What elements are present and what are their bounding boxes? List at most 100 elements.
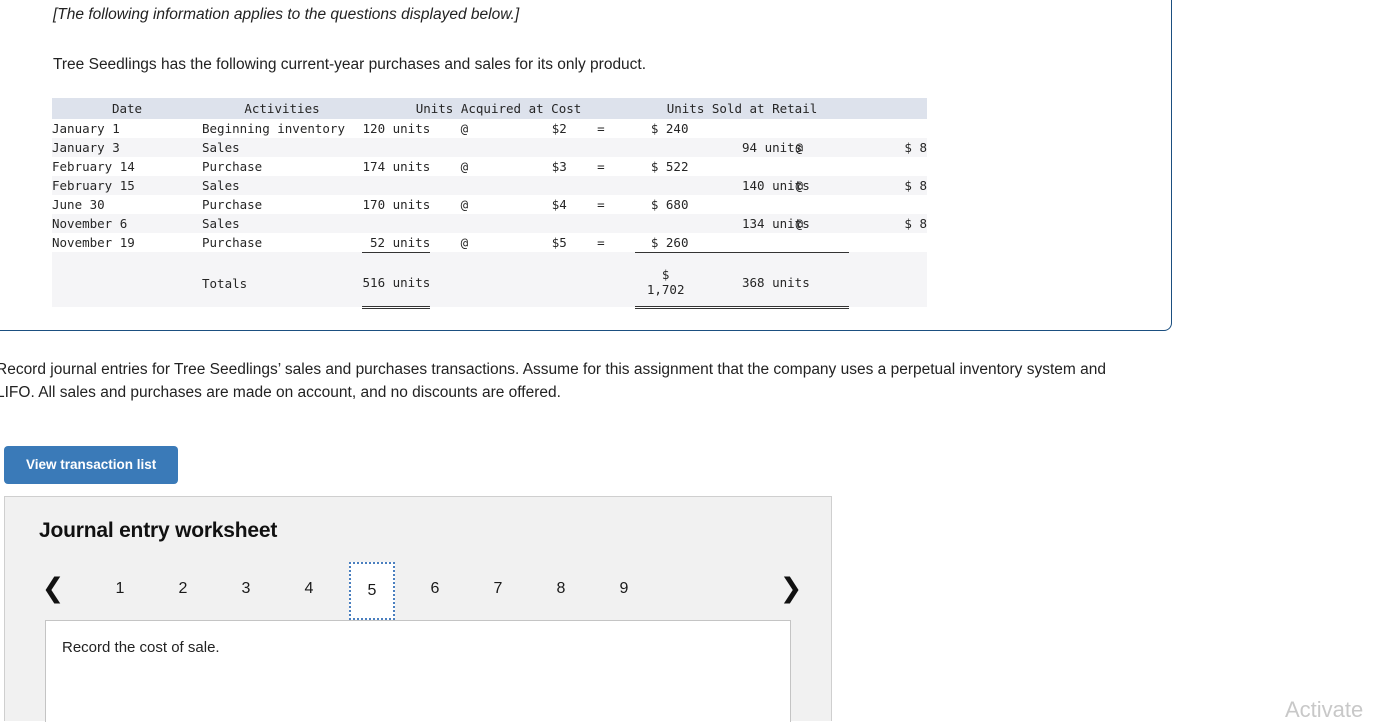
column-header-activities: Activities (202, 98, 362, 119)
cell-unit-cost: $3 (499, 157, 567, 176)
cell-sold-at-symbol (796, 119, 850, 138)
cell-equals-symbol (567, 214, 635, 233)
cell-date: February 14 (52, 157, 202, 176)
cell-sold-price (849, 157, 927, 176)
totals-cell-empty-at (430, 259, 498, 307)
worksheet-tab-7[interactable]: 7 (475, 564, 521, 614)
cell-activity: Sales (202, 138, 362, 157)
applies-note: [The following information applies to th… (53, 1, 1153, 25)
cell-gap (689, 195, 743, 214)
cell-activity: Sales (202, 214, 362, 233)
cell-date: January 1 (52, 119, 202, 138)
cell-equals-symbol: = (567, 119, 635, 138)
cell-gap (689, 119, 743, 138)
cell-date: January 3 (52, 138, 202, 157)
totals-sold-units: 368 units (742, 259, 796, 307)
purchases-sales-table: Date Activities Units Acquired at Cost U… (52, 98, 927, 309)
cell-gap (689, 214, 743, 233)
table-body: January 1Beginning inventory120 units@$2… (52, 119, 927, 307)
worksheet-tab-strip: ❮ ❯ 123456789 (5, 561, 833, 617)
cell-sold-units (742, 119, 796, 138)
cell-sold-at-symbol (796, 157, 850, 176)
table-row: June 30Purchase170 units@$4=$ 680 (52, 195, 927, 214)
worksheet-title: Journal entry worksheet (39, 519, 277, 543)
cell-at-symbol: @ (430, 195, 498, 214)
totals-cost-amount: $1,702 (635, 259, 689, 307)
worksheet-tab-6[interactable]: 6 (412, 564, 458, 614)
worksheet-tab-8[interactable]: 8 (538, 564, 584, 614)
totals-cell-empty-price (499, 259, 567, 307)
cell-equals-symbol (567, 176, 635, 195)
column-header-units-acquired-at-cost: Units Acquired at Cost (362, 98, 635, 119)
table-header-row: Date Activities Units Acquired at Cost U… (52, 98, 927, 119)
cell-date: November 19 (52, 233, 202, 252)
view-transaction-list-button[interactable]: View transaction list (4, 446, 178, 484)
journal-entry-worksheet-panel: Journal entry worksheet ❮ ❯ 123456789 Re… (4, 496, 832, 721)
cell-equals-symbol: = (567, 195, 635, 214)
cell-equals-symbol (567, 138, 635, 157)
cell-sold-units (742, 157, 796, 176)
worksheet-tab-3[interactable]: 3 (223, 564, 269, 614)
worksheet-tab-2[interactable]: 2 (160, 564, 206, 614)
chevron-left-icon[interactable]: ❮ (37, 571, 69, 607)
totals-cell-empty-eq (567, 259, 635, 307)
totals-label: Totals (202, 259, 362, 307)
cell-activity: Purchase (202, 195, 362, 214)
column-header-date: Date (52, 98, 202, 119)
cell-at-symbol: @ (430, 233, 498, 252)
table-spacer-cell (52, 252, 927, 259)
cell-sold-units: 94 units (742, 138, 796, 157)
cell-gap (689, 157, 743, 176)
cell-unit-cost (499, 214, 567, 233)
cell-gap (689, 233, 743, 252)
cell-sold-units (742, 233, 796, 252)
cell-sold-units (742, 195, 796, 214)
worksheet-tab-1[interactable]: 1 (97, 564, 143, 614)
tab-content-box: Record the cost of sale. (45, 620, 791, 722)
cell-at-symbol (430, 138, 498, 157)
cell-unit-cost: $5 (499, 233, 567, 252)
chevron-right-icon[interactable]: ❯ (775, 571, 807, 607)
cell-gap (689, 138, 743, 157)
cell-sold-price (849, 195, 927, 214)
cell-activity: Beginning inventory (202, 119, 362, 138)
table-header: Date Activities Units Acquired at Cost U… (52, 98, 927, 119)
cell-total-cost: $ 240 (635, 119, 689, 138)
worksheet-tab-5[interactable]: 5 (349, 562, 395, 620)
cell-total-cost (635, 176, 689, 195)
cell-activity: Sales (202, 176, 362, 195)
totals-cell-empty-date (52, 259, 202, 307)
table-row: November 6Sales134 units@$ 8 (52, 214, 927, 233)
cell-total-cost (635, 138, 689, 157)
cell-sold-at-symbol (796, 195, 850, 214)
cell-acquired-units: 174 units (362, 157, 430, 176)
table-row: February 15Sales140 units@$ 8 (52, 176, 927, 195)
table-spacer-row (52, 252, 927, 259)
worksheet-tab-4[interactable]: 4 (286, 564, 332, 614)
cell-equals-symbol: = (567, 157, 635, 176)
cell-acquired-units: 52 units (362, 233, 430, 252)
cell-unit-cost (499, 138, 567, 157)
cell-acquired-units (362, 138, 430, 157)
cell-unit-cost: $4 (499, 195, 567, 214)
column-header-units-sold-at-retail: Units Sold at Retail (635, 98, 849, 119)
cell-sold-price (849, 119, 927, 138)
cell-sold-price (849, 233, 927, 252)
cell-gap (689, 176, 743, 195)
cell-acquired-units (362, 176, 430, 195)
totals-cost-currency-symbol: $ (647, 267, 685, 282)
purchases-sales-table-wrapper: Date Activities Units Acquired at Cost U… (52, 98, 927, 309)
cell-acquired-units (362, 214, 430, 233)
cell-total-cost (635, 214, 689, 233)
instructions-paragraph: Record journal entries for Tree Seedling… (0, 358, 1126, 404)
table-totals-row: Totals516 units$1,702368 units (52, 259, 927, 307)
cell-sold-price: $ 8 (849, 214, 927, 233)
cell-date: November 6 (52, 214, 202, 233)
table-row: February 14Purchase174 units@$3=$ 522 (52, 157, 927, 176)
cell-total-cost: $ 680 (635, 195, 689, 214)
cell-sold-at-symbol (796, 233, 850, 252)
table-row: November 19Purchase52 units@$5=$ 260 (52, 233, 927, 252)
worksheet-tab-9[interactable]: 9 (601, 564, 647, 614)
cell-activity: Purchase (202, 157, 362, 176)
cell-sold-at-symbol: @ (796, 138, 850, 157)
